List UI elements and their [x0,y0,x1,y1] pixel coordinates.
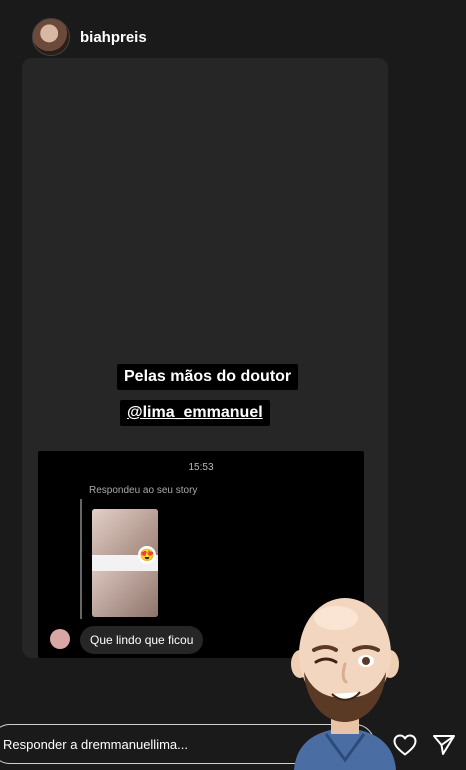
sender-avatar [50,629,70,649]
story-caption-line1: Pelas mãos do doutor [117,364,299,390]
reply-placeholder: Responder a dremmanuellima... [3,736,188,752]
story-mention[interactable]: @lima_emmanuel [120,400,270,426]
send-icon[interactable] [432,734,456,756]
profile-avatar[interactable] [32,18,70,56]
story-header: biahpreis [32,18,147,56]
thumbnail-after [92,571,158,617]
username[interactable]: biahpreis [80,29,147,46]
memoji-avatar-icon [291,598,399,770]
heart-eyes-emoji: 😍 [138,546,156,564]
dm-replied-label: Respondeu ao seu story [89,485,198,496]
dm-timestamp: 15:53 [188,462,214,473]
story-frame[interactable]: Pelas mãos do doutor @lima_emmanuel 15:5… [22,58,388,658]
dm-message-bubble: Que lindo que ficou [80,626,204,654]
reply-indicator-bar [80,499,82,619]
